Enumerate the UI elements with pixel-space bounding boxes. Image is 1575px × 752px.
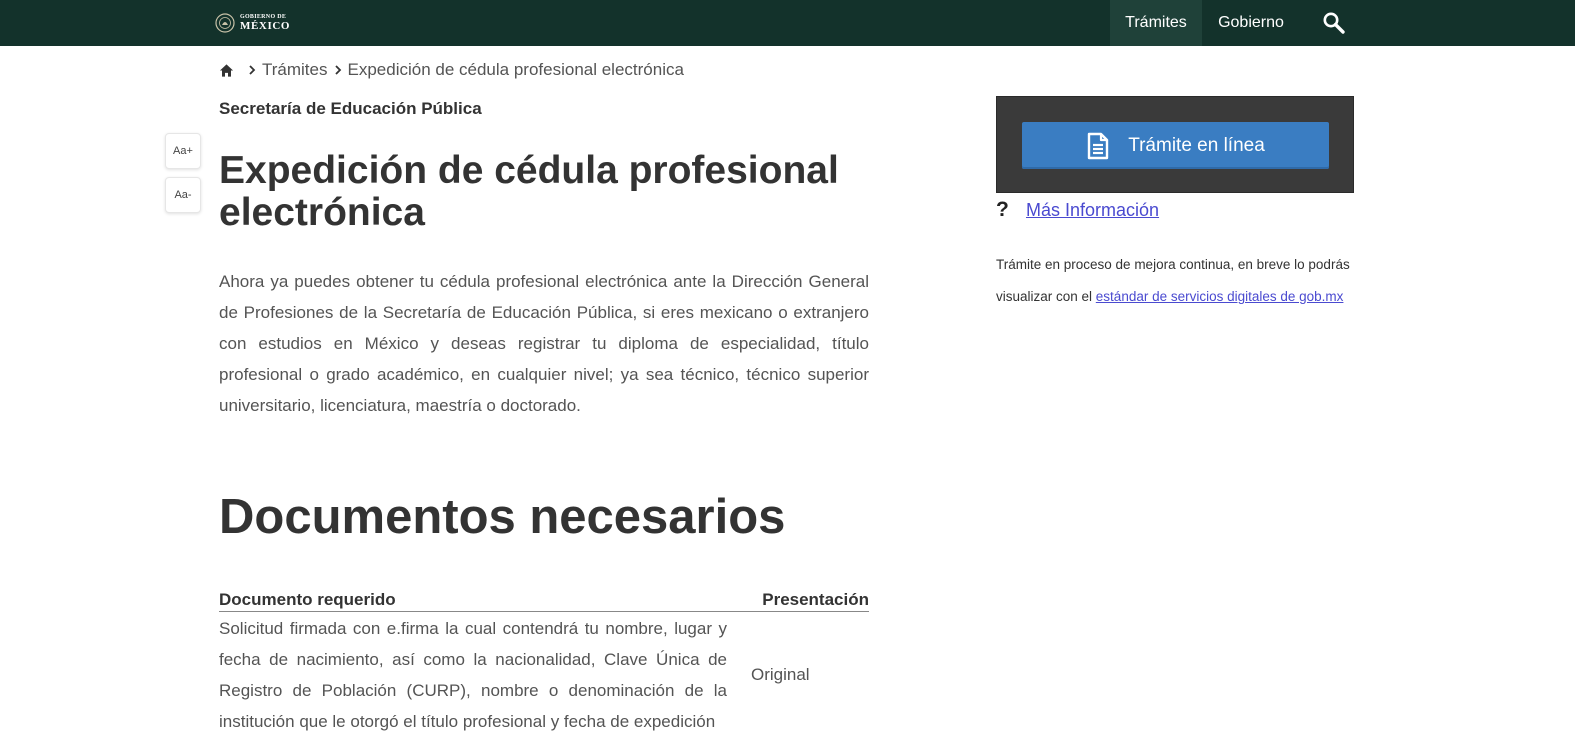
- increase-font-button[interactable]: Aa+: [165, 133, 201, 169]
- gobierno-de-mexico-logo[interactable]: GOBIERNO DE MÉXICO: [215, 12, 290, 34]
- documents-table: Documento requerido Presentación Solicit…: [219, 588, 869, 737]
- table-header-row: Documento requerido Presentación: [219, 588, 869, 612]
- home-icon[interactable]: [219, 63, 234, 78]
- tramite-en-linea-label: Trámite en línea: [1128, 134, 1265, 156]
- column-header-document: Documento requerido: [219, 588, 727, 612]
- font-size-tools: Aa+ Aa-: [165, 133, 201, 221]
- column-header-presentation: Presentación: [727, 588, 869, 612]
- nav-gobierno[interactable]: Gobierno: [1203, 0, 1299, 46]
- breadcrumb-current: Expedición de cédula profesional electró…: [347, 60, 684, 79]
- breadcrumb-tramites[interactable]: Trámites: [262, 60, 328, 80]
- improvement-notice: Trámite en proceso de mejora continua, e…: [996, 249, 1356, 313]
- breadcrumb: Trámites Expedición de cédula profesiona…: [219, 58, 684, 82]
- documents-section-title: Documentos necesarios: [219, 490, 786, 544]
- more-info-link[interactable]: Más Información: [1026, 200, 1159, 221]
- top-navbar: GOBIERNO DE MÉXICO Trámites Gobierno: [0, 0, 1575, 46]
- chevron-right-icon: [249, 65, 256, 75]
- intro-paragraph: Ahora ya puedes obtener tu cédula profes…: [219, 272, 869, 415]
- online-procedure-box: Trámite en línea: [996, 96, 1354, 193]
- search-icon: [1323, 12, 1345, 34]
- chevron-right-icon: [334, 65, 341, 75]
- search-button[interactable]: [1322, 11, 1346, 35]
- national-seal-icon: [215, 13, 235, 33]
- dependency-name: Secretaría de Educación Pública: [219, 99, 482, 118]
- question-mark-icon: ?: [996, 198, 1009, 221]
- more-info: ? Más Información: [996, 197, 1159, 223]
- document-presentation: Original: [751, 664, 810, 684]
- decrease-font-button[interactable]: Aa-: [165, 177, 201, 213]
- tramite-en-linea-button[interactable]: Trámite en línea: [1022, 122, 1329, 169]
- document-icon: [1088, 132, 1109, 159]
- logo-text-bottom: MÉXICO: [240, 20, 291, 32]
- logo-text: GOBIERNO DE MÉXICO: [240, 14, 290, 32]
- document-description: Solicitud firmada con e.firma la cual co…: [219, 619, 727, 731]
- digital-standard-link[interactable]: estándar de servicios digitales de gob.m…: [1096, 289, 1344, 304]
- nav-tramites[interactable]: Trámites: [1110, 0, 1202, 46]
- table-row: Solicitud firmada con e.firma la cual co…: [219, 612, 869, 738]
- page-title: Expedición de cédula profesional electró…: [219, 149, 839, 234]
